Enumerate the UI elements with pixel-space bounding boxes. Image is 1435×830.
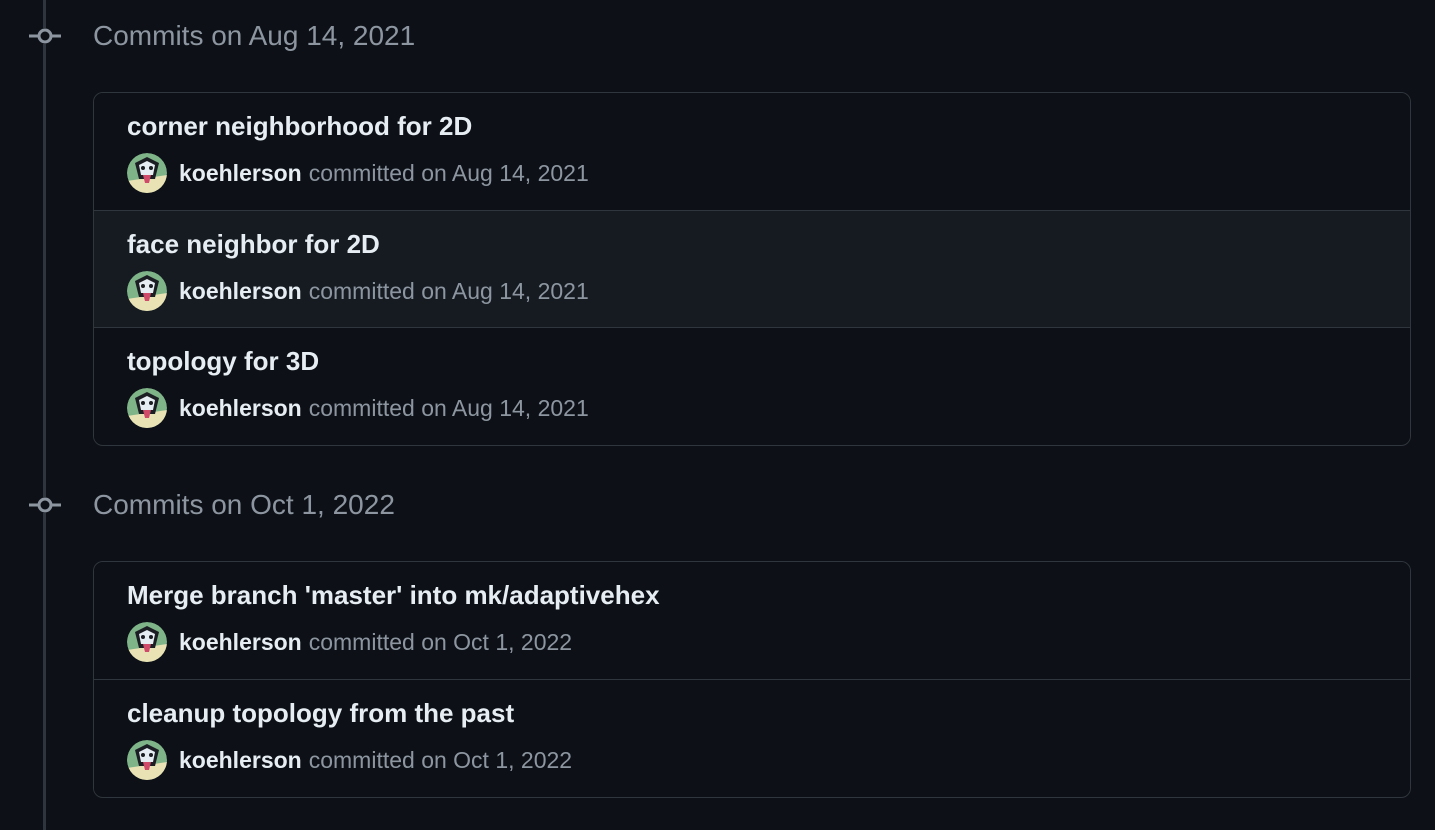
commit-group-title: Commits on Aug 14, 2021 (93, 20, 416, 51)
commit-date-text: committed on Oct 1, 2022 (308, 628, 573, 655)
commit-list: Merge branch 'master' into mk/adaptivehe… (93, 561, 1411, 798)
commit-row[interactable]: face neighbor for 2D koehlerson committe… (94, 210, 1410, 327)
user-avatar-icon[interactable] (127, 740, 167, 780)
user-avatar-icon[interactable] (127, 622, 167, 662)
commit-meta: koehlerson committed on Oct 1, 2022 (127, 622, 572, 662)
git-commit-icon (29, 497, 61, 513)
commit-meta: koehlerson committed on Aug 14, 2021 (127, 153, 589, 193)
commit-date-text: committed on Aug 14, 2021 (308, 159, 589, 186)
commit-row[interactable]: topology for 3D koehlerson committed on … (94, 327, 1410, 444)
commit-author-link[interactable]: koehlerson (179, 395, 302, 422)
timeline-line (43, 0, 46, 830)
commit-meta: koehlerson committed on Oct 1, 2022 (127, 740, 572, 780)
user-avatar-icon[interactable] (127, 388, 167, 428)
commit-group-header: Commits on Aug 14, 2021 (0, 18, 1435, 58)
commit-author-link[interactable]: koehlerson (179, 629, 302, 656)
commit-message-link[interactable]: face neighbor for 2D (127, 228, 380, 260)
commit-message-link[interactable]: cleanup topology from the past (127, 697, 514, 729)
commit-meta: koehlerson committed on Aug 14, 2021 (127, 271, 589, 311)
commit-row[interactable]: corner neighborhood for 2D koehlerson co… (94, 93, 1410, 210)
commit-date-text: committed on Aug 14, 2021 (308, 394, 589, 421)
user-avatar-icon[interactable] (127, 271, 167, 311)
commit-author-link[interactable]: koehlerson (179, 160, 302, 187)
commit-date-text: committed on Oct 1, 2022 (308, 746, 573, 773)
commit-date-text: committed on Aug 14, 2021 (308, 277, 589, 304)
commit-meta: koehlerson committed on Aug 14, 2021 (127, 388, 589, 428)
commit-message-link[interactable]: topology for 3D (127, 345, 319, 377)
commit-message-link[interactable]: Merge branch 'master' into mk/adaptivehe… (127, 579, 660, 611)
commit-row[interactable]: cleanup topology from the past koehlerso… (94, 679, 1410, 796)
commit-author-link[interactable]: koehlerson (179, 747, 302, 774)
commit-group-header: Commits on Oct 1, 2022 (0, 487, 1435, 527)
commit-list: corner neighborhood for 2D koehlerson co… (93, 92, 1411, 446)
commit-row[interactable]: Merge branch 'master' into mk/adaptivehe… (94, 562, 1410, 679)
user-avatar-icon[interactable] (127, 153, 167, 193)
git-commit-icon (29, 28, 61, 44)
commit-message-link[interactable]: corner neighborhood for 2D (127, 110, 472, 142)
commit-history: Commits on Aug 14, 2021 corner neighborh… (0, 0, 1435, 830)
commit-author-link[interactable]: koehlerson (179, 278, 302, 305)
commit-group-title: Commits on Oct 1, 2022 (93, 489, 395, 520)
